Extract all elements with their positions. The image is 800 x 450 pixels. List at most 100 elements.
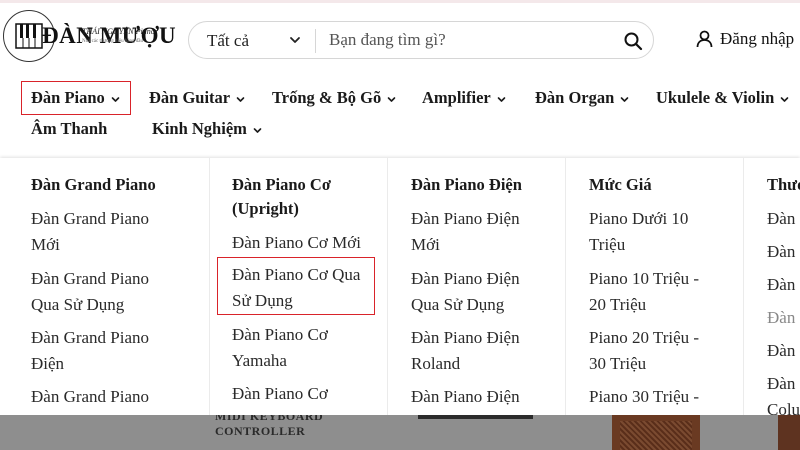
nav-item-trong-bo-go[interactable]: Trống & Bộ Gõ [272,88,396,108]
nav-item-amplifier[interactable]: Amplifier [422,88,506,108]
menu-item-line: Đàn Piano Điện [411,387,520,406]
menu-item-line: 20 Triệu [589,295,647,314]
site-logo[interactable]: ĐÀN MƯỢU THÁI NGƯYÊN Piano Nhà các thươn… [2,8,176,66]
menu-item-line: Đàn Grand Piano [31,387,150,406]
logo-tagline: THÁI NGƯYÊN Piano [82,27,155,36]
nav-item-label: Amplifier [422,88,491,107]
nav-item-label: Đàn Guitar [149,88,231,107]
product-caption: CONTROLLER [215,424,306,438]
nav-item-dan-guitar[interactable]: Đàn Guitar [149,88,245,108]
search-category-select[interactable]: Tất cả [207,31,249,51]
menu-item-line: Đàn Piano Điện [411,328,520,347]
menu-item-line: Qua Sử Dụng [411,295,505,314]
chevron-down-icon [497,96,506,102]
menu-item-line: Đàn Piano Cơ [232,325,328,344]
nav-item-dan-organ[interactable]: Đàn Organ [535,88,629,108]
speaker-grille [620,421,692,450]
menu-item-30-trieu[interactable]: Piano 30 Triệu - [589,384,699,410]
menu-item-line: Piano 30 Triệu - [589,387,700,406]
nav-item-label: Đàn Piano [31,88,105,107]
chevron-down-icon [387,96,396,102]
logo-slogan: Nhà các thương hiệu hàng đầu [82,39,144,44]
menu-item-line: Đàn Piano Cơ [232,384,328,403]
column-divider [209,158,210,415]
user-icon [696,30,713,48]
menu-item-grand-piano-qua-su-dung[interactable]: Đàn Grand Piano Qua Sử Dụng [31,266,149,318]
nav-item-ukulele-violin[interactable]: Ukulele & Violin [656,88,789,108]
menu-heading-thuong-hieu[interactable]: Thươ [767,173,800,197]
menu-item-line: Roland [411,354,461,373]
menu-item-piano-dien-qua-su-dung[interactable]: Đàn Piano Điện Qua Sử Dụng [411,266,520,318]
menu-item-line: Yamaha [232,351,287,370]
menu-item-line: Đàn [767,374,796,393]
piano-logo-icon [15,23,43,49]
search-divider [315,29,316,53]
menu-heading-grand-piano[interactable]: Đàn Grand Piano [31,173,156,197]
menu-item-piano-co-yamaha[interactable]: Đàn Piano Cơ Yamaha [232,322,328,374]
chevron-down-icon [111,96,120,102]
menu-item-line: Triệu [589,235,626,254]
search-icon[interactable] [623,31,643,51]
menu-item-line: Đàn Piano Điện [411,209,520,228]
menu-item-line: Mới [411,235,440,254]
menu-item-brand[interactable]: Đàn [767,338,795,364]
menu-item-line: Piano 10 Triệu - [589,269,700,288]
menu-item-line: Sử Dụng [232,291,293,310]
top-accent-line [0,0,800,3]
menu-item-piano-dien-more[interactable]: Đàn Piano Điện [411,384,520,410]
menu-item-duoi-10-trieu[interactable]: Piano Dưới 10 Triệu [589,206,688,258]
nav-item-label: Trống & Bộ Gõ [272,88,382,107]
menu-item-brand[interactable]: Đàn [767,206,795,232]
menu-item-piano-co-more[interactable]: Đàn Piano Cơ [232,381,328,407]
page-content-overlay: MIDI KEYBOARD CONTROLLER [0,415,800,450]
menu-item-piano-dien-roland[interactable]: Đàn Piano Điện Roland [411,325,520,377]
product-image [778,415,800,450]
menu-item-line: Đàn Grand Piano [31,328,150,347]
menu-item-line: Đàn Grand Piano [31,269,150,288]
menu-item-line: Điện [31,354,65,373]
nav-item-label: Đàn Organ [535,88,615,107]
menu-item-grand-piano-dien[interactable]: Đàn Grand Piano Điện [31,325,149,377]
column-divider [387,158,388,415]
menu-heading-line: Đàn Piano Cơ [232,175,331,194]
nav-item-label: Ukulele & Violin [656,88,775,107]
search-input[interactable] [329,28,609,52]
menu-item-line: Đàn Piano Điện [411,269,520,288]
product-caption: MIDI KEYBOARD [215,415,324,423]
menu-item-brand[interactable]: Đàn [767,272,795,298]
column-divider [565,158,566,415]
menu-item-brand[interactable]: Đàn [767,305,795,331]
nav-item-label: Kinh Nghiệm [152,119,247,138]
chevron-down-icon [253,127,262,133]
menu-item-line: Đàn Grand Piano [31,209,150,228]
menu-item-grand-piano-more[interactable]: Đàn Grand Piano [31,384,149,410]
menu-item-piano-co-qua-su-dung[interactable]: Đàn Piano Cơ Qua Sử Dụng [232,262,360,314]
menu-item-brand[interactable]: Đàn [767,239,795,265]
menu-heading-piano-co[interactable]: Đàn Piano Cơ (Upright) [232,173,331,221]
column-divider [743,158,744,415]
menu-item-line: Piano 20 Triệu - [589,328,700,347]
menu-heading-line: (Upright) [232,199,299,218]
menu-item-grand-piano-moi[interactable]: Đàn Grand Piano Mới [31,206,149,258]
menu-item-piano-dien-moi[interactable]: Đàn Piano Điện Mới [411,206,520,258]
nav-item-dan-piano[interactable]: Đàn Piano [31,88,120,108]
nav-item-am-thanh[interactable]: Âm Thanh [31,119,107,139]
product-image [612,415,700,450]
menu-heading-muc-gia[interactable]: Mức Giá [589,173,652,197]
menu-item-line: Mới [31,235,60,254]
login-label: Đăng nhập [720,29,795,48]
menu-item-line: Đàn Piano Cơ Qua [232,265,361,284]
menu-item-10-20-trieu[interactable]: Piano 10 Triệu - 20 Triệu [589,266,699,318]
menu-item-line: Đàn Piano Cơ Mới [232,233,361,252]
menu-item-line: 30 Triệu [589,354,647,373]
menu-item-20-30-trieu[interactable]: Piano 20 Triệu - 30 Triệu [589,325,699,377]
nav-item-label: Âm Thanh [31,119,108,138]
nav-item-kinh-nghiem[interactable]: Kinh Nghiệm [152,119,262,139]
menu-item-line: Qua Sử Dụng [31,295,125,314]
chevron-down-icon[interactable] [289,34,301,46]
product-image [418,415,533,419]
menu-heading-piano-dien[interactable]: Đàn Piano Điện [411,173,522,197]
chevron-down-icon [236,96,245,102]
chevron-down-icon [621,96,629,102]
menu-item-piano-co-moi[interactable]: Đàn Piano Cơ Mới [232,230,361,256]
